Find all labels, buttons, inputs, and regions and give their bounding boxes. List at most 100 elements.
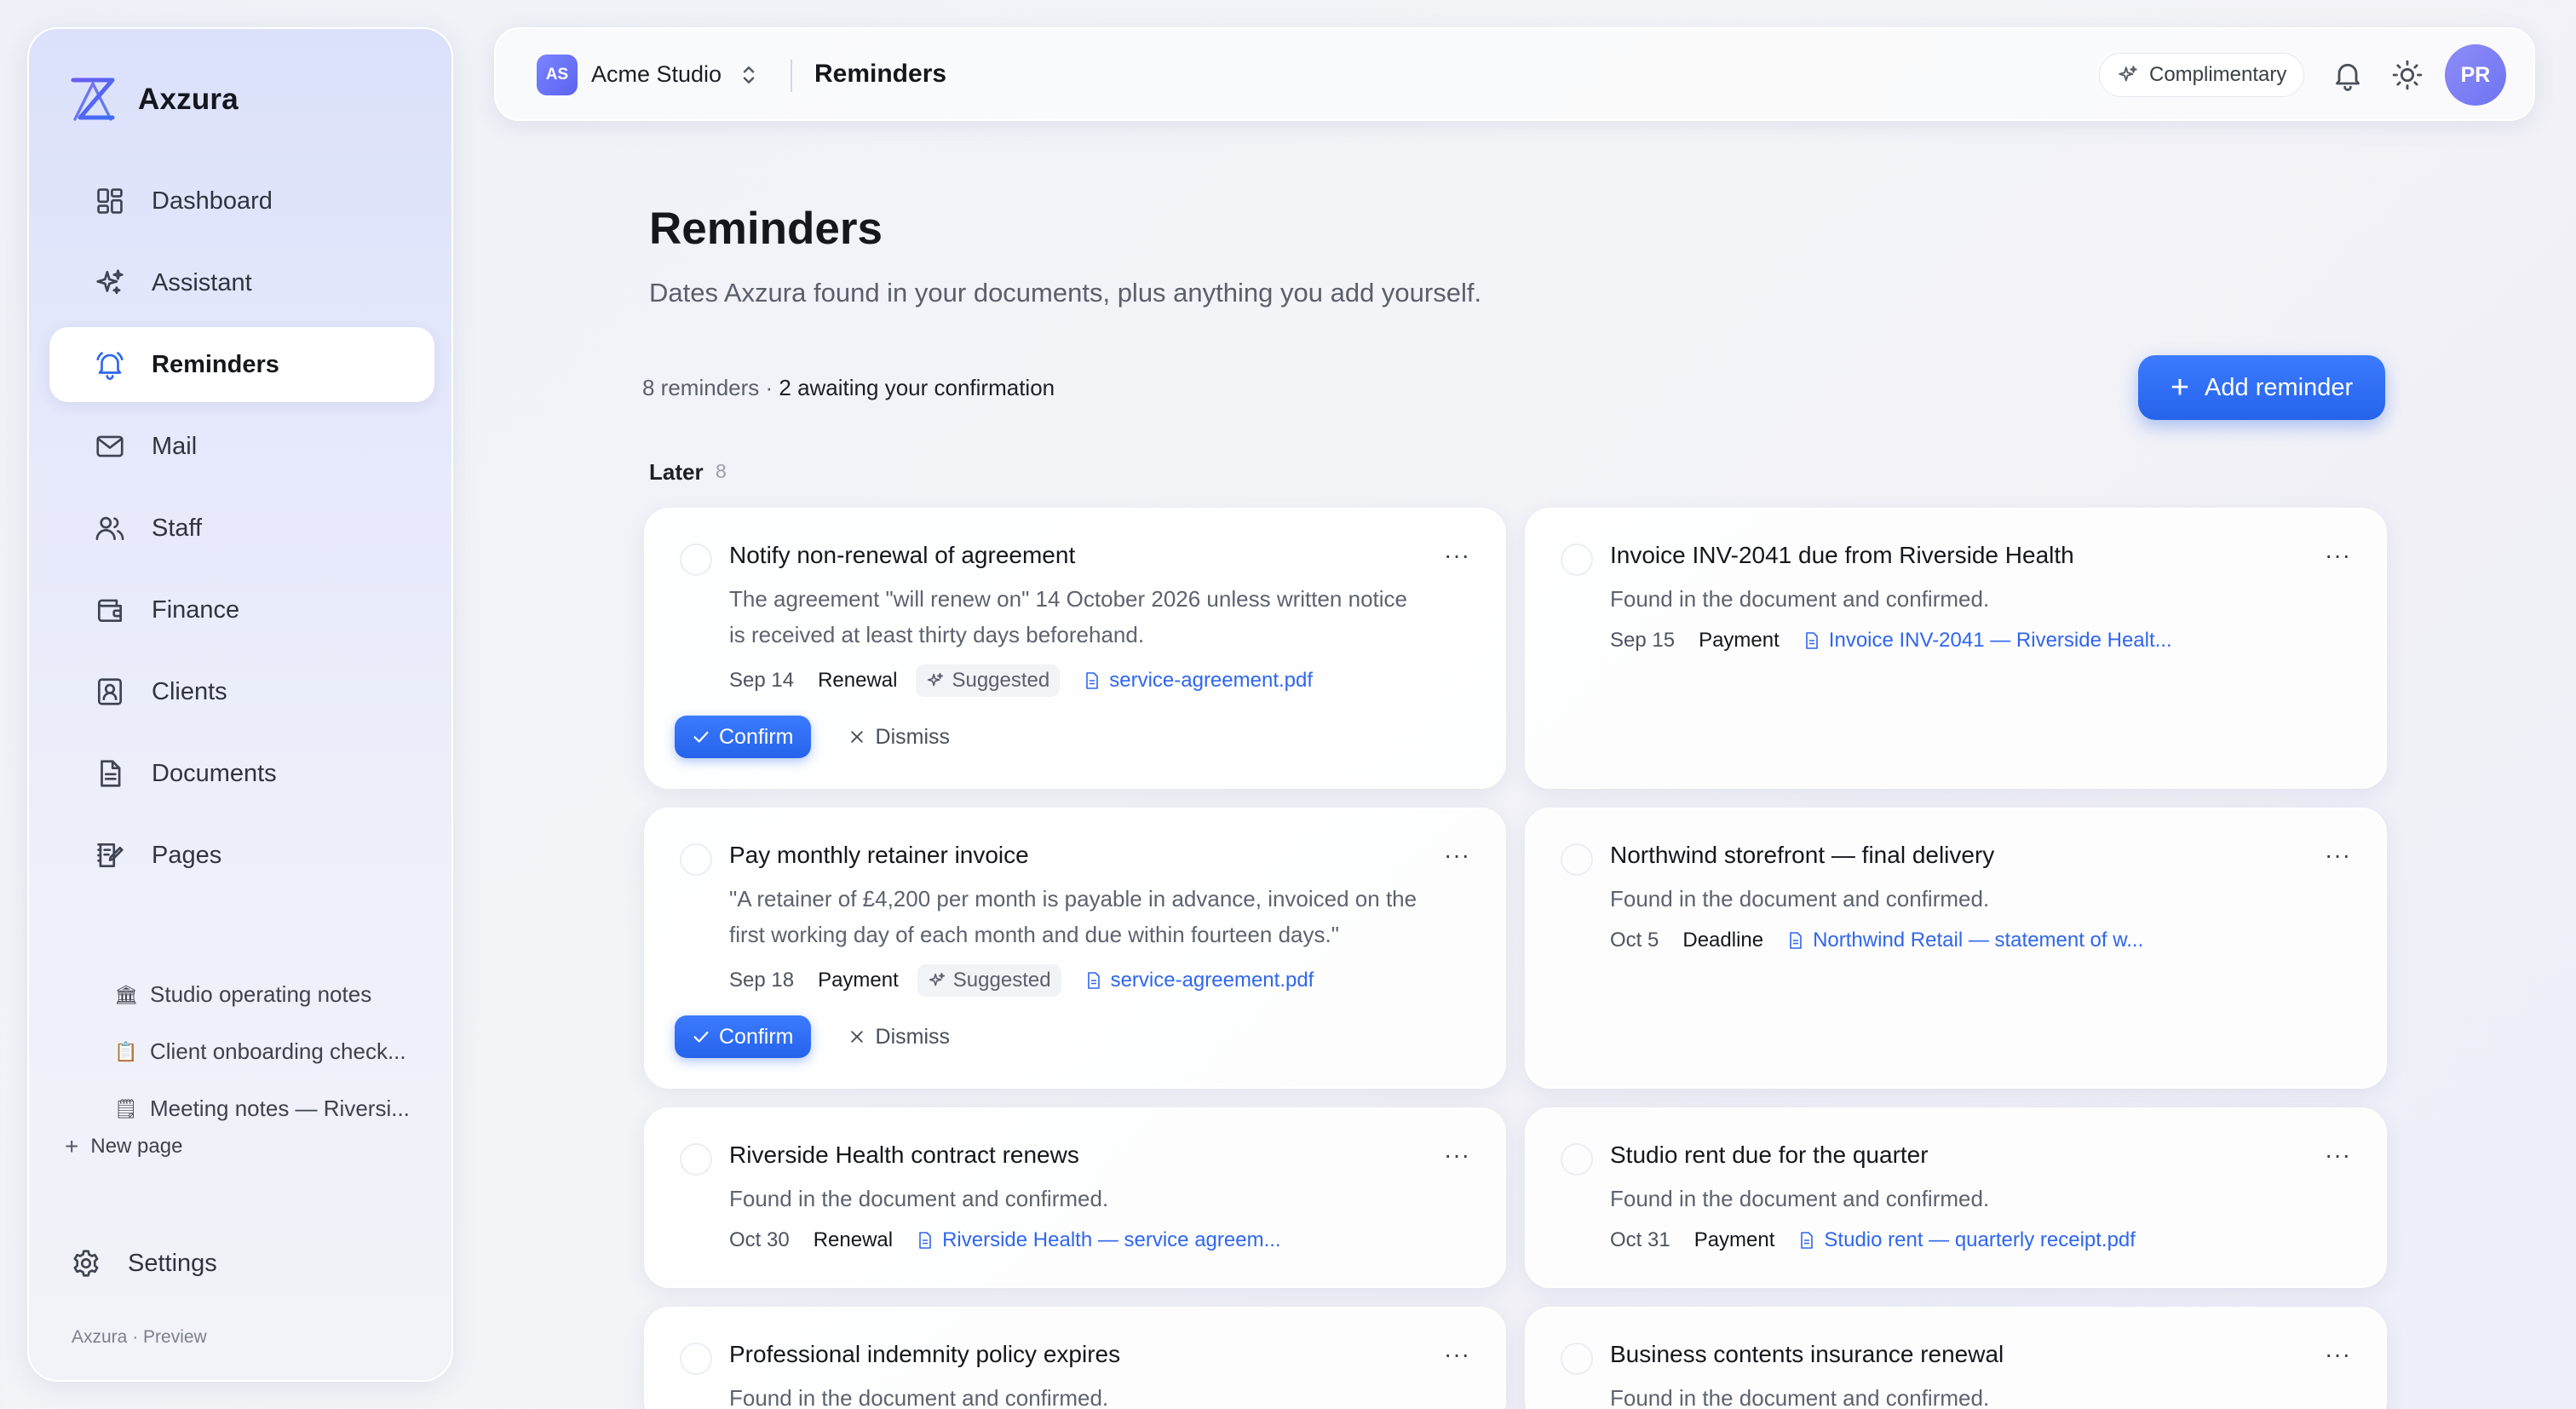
reminder-card[interactable]: Notify non-renewal of agreement ··· The …	[644, 508, 1506, 789]
page-item[interactable]: 🏛 Studio operating notes	[80, 966, 438, 1023]
reminder-title: Pay monthly retainer invoice	[729, 842, 1029, 868]
add-reminder-button[interactable]: + Add reminder	[2138, 355, 2385, 420]
sidebar-item-staff[interactable]: Staff	[49, 491, 434, 566]
reminder-description: The agreement "will renew on" 14 October…	[729, 586, 1407, 647]
sidebar-item-finance[interactable]: Finance	[49, 572, 434, 647]
suggested-label: Suggested	[952, 969, 1051, 992]
complete-checkbox[interactable]	[1561, 1143, 1593, 1176]
topbar: AS Acme Studio Reminders Complimentary P…	[494, 27, 2535, 121]
new-page-label: New page	[90, 1135, 183, 1158]
sidebar-item-pages[interactable]: Pages	[49, 818, 434, 893]
reminder-card[interactable]: Northwind storefront — final delivery ··…	[1525, 808, 2387, 1089]
plus-icon: +	[2170, 370, 2190, 405]
topbar-title: Reminders	[814, 60, 947, 88]
reminder-actions: Confirm Dismiss	[675, 1015, 950, 1058]
dismiss-label: Dismiss	[875, 1024, 951, 1049]
more-options-icon[interactable]: ···	[2325, 542, 2351, 569]
sidebar-item-label: Mail	[152, 432, 198, 460]
source-document-link[interactable]: Studio rent — quarterly receipt.pdf	[1798, 1228, 2136, 1252]
sidebar-item-label: Finance	[152, 595, 240, 624]
reminder-description: Found in the document and confirmed.	[1610, 586, 1990, 612]
reminder-title: Professional indemnity policy expires	[729, 1341, 1121, 1367]
brand[interactable]: Axzura	[68, 75, 239, 124]
sidebar-item-dashboard[interactable]: Dashboard	[49, 164, 434, 239]
reminder-date: Sep 14	[729, 669, 795, 692]
source-document-link[interactable]: service-agreement.pdf	[1085, 969, 1314, 992]
complete-checkbox[interactable]	[1561, 843, 1593, 876]
chevron-up-down-icon[interactable]	[736, 61, 762, 89]
gear-icon	[73, 1250, 99, 1277]
sidebar-item-clients[interactable]: Clients	[49, 654, 434, 729]
more-options-icon[interactable]: ···	[2325, 1341, 2351, 1368]
sparkles-icon	[2119, 66, 2137, 82]
reminder-description: Found in the document and confirmed.	[1610, 1385, 1990, 1409]
source-document-link[interactable]: Invoice INV-2041 — Riverside Healt...	[1803, 629, 2172, 653]
more-options-icon[interactable]: ···	[1444, 1341, 1470, 1368]
reminder-title: Business contents insurance renewal	[1610, 1341, 2004, 1367]
plus-icon: +	[65, 1133, 79, 1159]
reminder-card[interactable]: Studio rent due for the quarter ··· Foun…	[1525, 1107, 2387, 1288]
complete-checkbox[interactable]	[680, 1343, 712, 1375]
sidebar-item-label: Staff	[152, 514, 203, 542]
bell-icon	[96, 352, 124, 380]
complete-checkbox[interactable]	[680, 543, 712, 576]
page-title: Reminders	[649, 204, 883, 254]
source-document-link[interactable]: Riverside Health — service agreem...	[917, 1228, 1281, 1252]
reminder-card[interactable]: Invoice INV-2041 due from Riverside Heal…	[1525, 508, 2387, 789]
brand-name: Axzura	[138, 83, 239, 116]
plan-badge[interactable]: Complimentary	[2099, 53, 2305, 97]
more-options-icon[interactable]: ···	[1444, 842, 1470, 869]
reminder-card[interactable]: Riverside Health contract renews ··· Fou…	[644, 1107, 1506, 1288]
document-icon	[1801, 1232, 1814, 1249]
dismiss-button[interactable]: Dismiss	[848, 1024, 951, 1050]
page-item-label: Client onboarding check...	[150, 1038, 406, 1064]
source-document-link[interactable]: Northwind Retail — statement of w...	[1787, 929, 2143, 952]
page-item[interactable]: 📋 Client onboarding check...	[80, 1023, 438, 1080]
complete-checkbox[interactable]	[680, 1143, 712, 1176]
dismiss-button[interactable]: Dismiss	[848, 724, 951, 750]
suggested-badge: Suggested	[916, 664, 1061, 697]
awaiting-confirmation-count: 2 awaiting your confirmation	[779, 375, 1055, 400]
page-item[interactable]: 🗒 Meeting notes — Riversi...	[80, 1080, 438, 1137]
document-icon	[101, 760, 121, 787]
reminder-description: Found in the document and confirmed.	[1610, 886, 1990, 912]
reminder-summary: 8 reminders · 2 awaiting your confirmati…	[642, 375, 1055, 401]
more-options-icon[interactable]: ···	[2325, 842, 2351, 869]
page-item-label: Studio operating notes	[150, 981, 372, 1007]
more-options-icon[interactable]: ···	[1444, 1142, 1470, 1169]
complete-checkbox[interactable]	[1561, 543, 1593, 576]
sidebar-item-documents[interactable]: Documents	[49, 736, 434, 811]
dismiss-label: Dismiss	[875, 724, 951, 749]
reminder-title: Studio rent due for the quarter	[1610, 1142, 1929, 1168]
reminder-card[interactable]: Professional indemnity policy expires ··…	[644, 1307, 1506, 1409]
confirm-button[interactable]: Confirm	[675, 1015, 811, 1058]
sidebar-item-settings[interactable]: Settings	[70, 1247, 217, 1280]
workspace-badge[interactable]: AS	[537, 55, 578, 95]
reminder-title: Riverside Health contract renews	[729, 1142, 1079, 1168]
sidebar-item-assistant[interactable]: Assistant	[49, 245, 434, 320]
confirm-button[interactable]: Confirm	[675, 716, 811, 758]
complete-checkbox[interactable]	[1561, 1343, 1593, 1375]
more-options-icon[interactable]: ···	[2325, 1142, 2351, 1169]
wallet-icon	[97, 599, 123, 623]
workspace-name[interactable]: Acme Studio	[591, 61, 722, 88]
sidebar-item-reminders[interactable]: Reminders	[49, 327, 434, 402]
reminder-card[interactable]: Business contents insurance renewal ··· …	[1525, 1307, 2387, 1409]
sidebar-item-mail[interactable]: Mail	[49, 409, 434, 484]
reminder-title: Notify non-renewal of agreement	[729, 542, 1076, 568]
new-page-button[interactable]: + New page	[65, 1133, 182, 1160]
reminder-card[interactable]: Pay monthly retainer invoice ··· "A reta…	[644, 808, 1506, 1089]
reminder-date: Oct 30	[729, 1228, 790, 1251]
reminder-meta: Sep 14 Renewal Suggested service-agreeme…	[729, 664, 1313, 697]
more-options-icon[interactable]: ···	[1444, 542, 1470, 569]
complete-checkbox[interactable]	[680, 843, 712, 876]
reminder-date: Oct 31	[1610, 1228, 1670, 1251]
sun-icon[interactable]	[2390, 58, 2424, 92]
user-avatar[interactable]: PR	[2445, 44, 2506, 106]
document-icon	[1087, 972, 1100, 989]
group-count: 8	[716, 460, 727, 482]
notifications-bell-icon[interactable]	[2331, 58, 2365, 92]
source-document-name: Studio rent — quarterly receipt.pdf	[1824, 1228, 2136, 1251]
source-document-link[interactable]: service-agreement.pdf	[1084, 669, 1313, 693]
pages-icon	[97, 843, 124, 868]
